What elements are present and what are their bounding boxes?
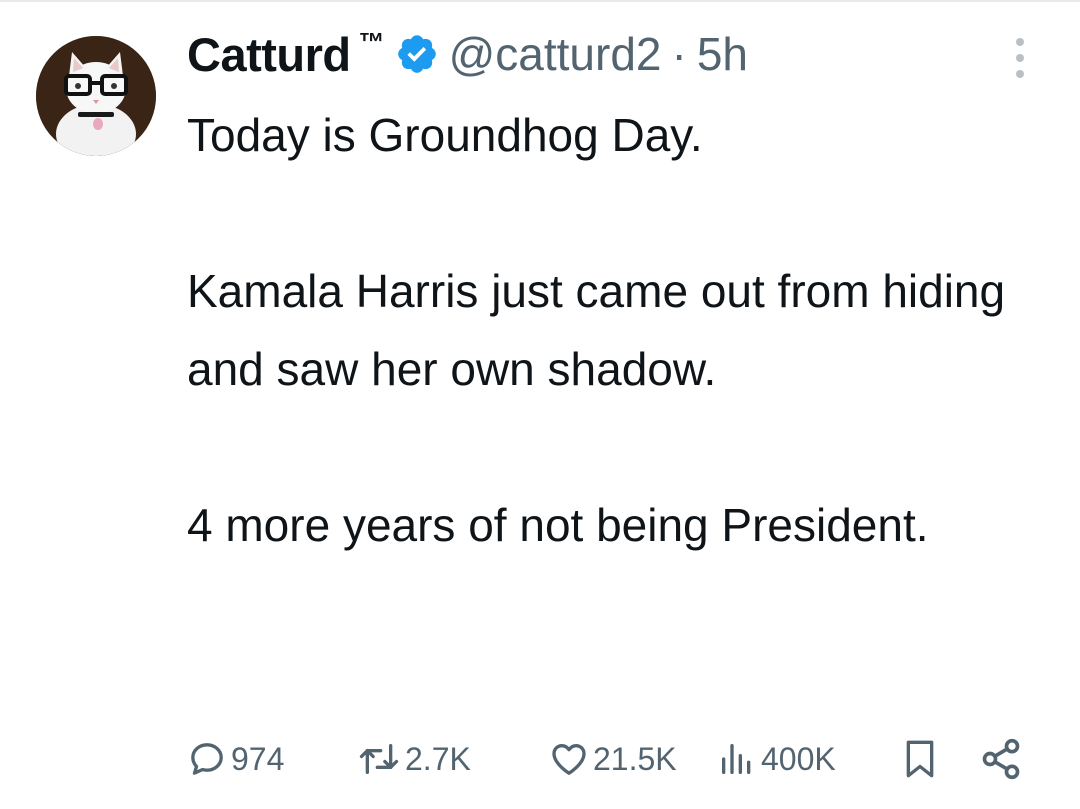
tweet-paragraph: Today is Groundhog Day. xyxy=(187,109,703,161)
repost-button[interactable]: 2.7K xyxy=(357,733,471,785)
views-button[interactable]: 400K xyxy=(717,733,836,785)
reply-count: 974 xyxy=(231,740,285,777)
tweet-header: Catturd ™ @catturd2 · 5h xyxy=(187,22,748,86)
repost-count: 2.7K xyxy=(405,740,471,777)
views-icon xyxy=(722,744,751,774)
like-button[interactable]: 21.5K xyxy=(549,733,677,785)
reply-icon xyxy=(191,743,223,775)
tweet-text: Today is Groundhog Day. Kamala Harris ju… xyxy=(187,96,1047,564)
repost-icon xyxy=(359,744,399,774)
share-button[interactable] xyxy=(979,733,1023,785)
view-count: 400K xyxy=(761,740,836,777)
trademark-symbol: ™ xyxy=(358,26,385,57)
like-count: 21.5K xyxy=(593,740,677,777)
avatar-cat-image xyxy=(36,36,156,156)
bookmark-button[interactable] xyxy=(900,733,940,785)
separator-dot: · xyxy=(671,28,687,80)
more-icon[interactable] xyxy=(1006,36,1034,80)
share-icon xyxy=(982,738,1020,780)
action-bar: 974 2.7K 21.5K 400K xyxy=(187,733,1037,785)
timestamp[interactable]: 5h xyxy=(697,27,748,81)
user-handle[interactable]: @catturd2 xyxy=(449,27,662,81)
top-divider xyxy=(0,0,1080,2)
display-name[interactable]: Catturd xyxy=(187,27,351,82)
reply-button[interactable]: 974 xyxy=(187,733,284,785)
bookmark-icon xyxy=(906,740,934,778)
like-icon xyxy=(552,744,586,775)
tweet-paragraph: 4 more years of not being President. xyxy=(187,499,929,551)
tweet-paragraph: Kamala Harris just came out from hiding … xyxy=(187,265,1006,395)
verified-icon[interactable] xyxy=(395,32,439,76)
avatar[interactable] xyxy=(36,36,156,156)
